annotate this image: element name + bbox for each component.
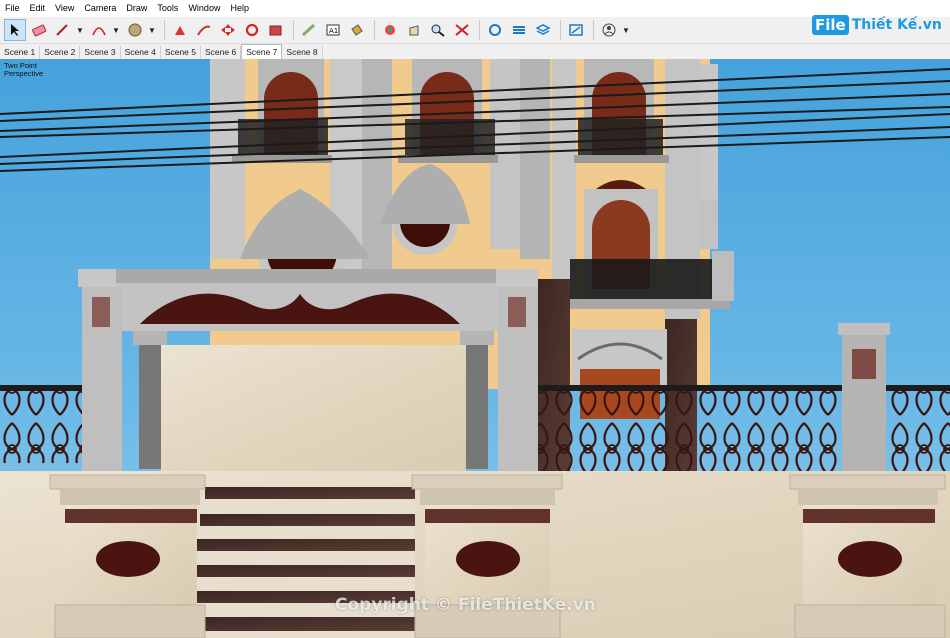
- tab-scene-7[interactable]: Scene 7: [241, 44, 283, 59]
- right-railing: [535, 385, 950, 471]
- scale-icon[interactable]: [265, 19, 287, 41]
- chevron-down-icon[interactable]: ▼: [112, 26, 120, 35]
- plinth-left: [49, 474, 206, 638]
- tape-measure-icon[interactable]: [298, 19, 320, 41]
- menu-tools[interactable]: Tools: [152, 0, 183, 17]
- 3d-viewport[interactable]: Two Point Perspective Copyright © FileTh…: [0, 59, 950, 638]
- push-pull-icon[interactable]: [169, 19, 191, 41]
- toolbar-separator: [560, 20, 561, 40]
- follow-me-icon[interactable]: [193, 19, 215, 41]
- menu-draw[interactable]: Draw: [121, 0, 152, 17]
- logo-text: Thiết Kế.vn: [851, 17, 942, 33]
- menu-window[interactable]: Window: [183, 0, 225, 17]
- shape-circle-icon[interactable]: [124, 19, 146, 41]
- orbit-icon[interactable]: [379, 19, 401, 41]
- perspective-label: Two Point Perspective: [4, 62, 43, 78]
- toolbar-separator: [293, 20, 294, 40]
- plinth-right: [789, 474, 946, 638]
- menu-file[interactable]: File: [0, 0, 25, 17]
- copyright-watermark: Copyright © FileThietKe.vn: [335, 595, 596, 615]
- extension-manager-icon[interactable]: [565, 19, 587, 41]
- menu-bar: File Edit View Camera Draw Tools Window Help: [0, 0, 950, 17]
- tab-scene-4[interactable]: Scene 4: [121, 46, 161, 59]
- main-toolbar: ▼ ▼ ▼ A1 ▼: [0, 17, 950, 44]
- svg-text:A1: A1: [329, 27, 338, 35]
- tab-scene-5[interactable]: Scene 5: [161, 46, 202, 59]
- tab-scene-2[interactable]: Scene 2: [40, 46, 81, 59]
- select-arrow-icon[interactable]: [4, 19, 26, 41]
- chevron-down-icon[interactable]: ▼: [76, 26, 84, 35]
- logo-box-text: File: [812, 15, 849, 35]
- filethietke-logo: File Thiết Kế.vn: [812, 12, 942, 38]
- layers-stack-icon[interactable]: [532, 19, 554, 41]
- paint-bucket-icon[interactable]: [346, 19, 368, 41]
- tab-scene-8[interactable]: Scene 8: [282, 46, 323, 59]
- scene-tabs: Scene 1 Scene 2 Scene 3 Scene 4 Scene 5 Scene…: [0, 44, 950, 59]
- move-icon[interactable]: [217, 19, 239, 41]
- toolbar-separator: [593, 20, 594, 40]
- right-gate-pillar: [838, 323, 890, 475]
- chevron-down-icon[interactable]: ▼: [148, 26, 156, 35]
- toolbar-separator: [374, 20, 375, 40]
- tab-scene-1[interactable]: Scene 1: [0, 46, 41, 59]
- rotate-icon[interactable]: [241, 19, 263, 41]
- menu-edit[interactable]: Edit: [25, 0, 51, 17]
- pan-icon[interactable]: [403, 19, 425, 41]
- arc-icon[interactable]: [88, 19, 110, 41]
- zoom-extents-icon[interactable]: [451, 19, 473, 41]
- menu-help[interactable]: Help: [225, 0, 254, 17]
- zoom-icon[interactable]: [427, 19, 449, 41]
- user-account-icon[interactable]: [598, 19, 620, 41]
- extension-warehouse-icon[interactable]: [508, 19, 530, 41]
- scene-render: [0, 59, 950, 638]
- text-icon[interactable]: A1: [322, 19, 344, 41]
- menu-camera[interactable]: Camera: [79, 0, 121, 17]
- toolbar-separator: [164, 20, 165, 40]
- tab-scene-3[interactable]: Scene 3: [80, 46, 121, 59]
- menu-view[interactable]: View: [50, 0, 79, 17]
- toolbar-separator: [479, 20, 480, 40]
- eraser-icon[interactable]: [28, 19, 50, 41]
- warehouse-icon[interactable]: [484, 19, 506, 41]
- left-railing: [0, 385, 85, 463]
- pencil-line-icon[interactable]: [52, 19, 74, 41]
- chevron-down-icon[interactable]: ▼: [622, 26, 630, 35]
- tab-scene-6[interactable]: Scene 6: [201, 46, 242, 59]
- perspective-label-line2: Perspective: [4, 69, 44, 78]
